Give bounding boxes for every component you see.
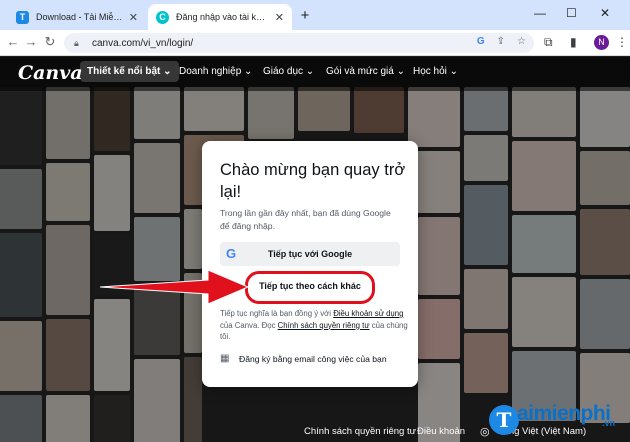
- profile-avatar[interactable]: N: [594, 35, 609, 50]
- address-bar-row: ← → ↻ 🔒︎ canva.com/vi_vn/login/ G ⇪ ☆ ⧉ …: [0, 30, 630, 56]
- extensions-icon[interactable]: ⧉: [544, 35, 553, 50]
- tab-download[interactable]: T Download - Tải Miễn Phí VN - P ✕: [8, 4, 146, 30]
- nav-business[interactable]: Doanh nghiệp ⌄: [179, 66, 252, 77]
- nav-featured-designs[interactable]: Thiết kế nổi bật ⌄: [80, 61, 179, 82]
- work-email-label: Đăng ký bằng email công việc của bạn: [239, 353, 387, 364]
- card-title: Chào mừng bạn quay trở lại!: [220, 161, 406, 201]
- globe-icon: ◎: [480, 426, 490, 438]
- window-close-icon[interactable]: ✕: [600, 6, 610, 20]
- new-tab-icon[interactable]: +: [296, 7, 314, 25]
- terms-prefix: Tiếp tục nghĩa là bạn đồng ý với: [220, 309, 334, 318]
- terms-middle: của Canva. Đọc: [220, 320, 278, 330]
- google-lens-icon[interactable]: G: [477, 36, 485, 47]
- browser-tab-bar: T Download - Tải Miễn Phí VN - P ✕ C Đăn…: [0, 0, 630, 30]
- url-text: canva.com/vi_vn/login/: [92, 37, 194, 49]
- login-card: Chào mừng bạn quay trở lại! Trong lần gầ…: [202, 141, 418, 387]
- url-input[interactable]: 🔒︎ canva.com/vi_vn/login/ G ⇪ ☆: [64, 33, 534, 53]
- work-email-signup-link[interactable]: ▦ Đăng ký bằng email công việc của bạn: [220, 353, 410, 364]
- card-subtitle: Trong lần gần đây nhất, bạn đã dùng Goog…: [220, 208, 391, 231]
- bookmark-star-icon[interactable]: ☆: [517, 36, 526, 47]
- taimienphi-favicon-icon: T: [16, 10, 29, 24]
- minimize-icon[interactable]: —: [534, 6, 546, 20]
- continue-with-google-button[interactable]: G Tiếp tục với Google: [220, 242, 400, 266]
- nav-pricing[interactable]: Gói và mức giá ⌄: [326, 66, 405, 77]
- tab-canva-login[interactable]: C Đăng nhập vào tài khoản Canva ✕: [148, 4, 292, 30]
- terms-text: Tiếp tục nghĩa là bạn đồng ý với Điều kh…: [220, 308, 410, 343]
- maximize-icon[interactable]: ☐: [566, 6, 577, 20]
- building-icon: ▦: [220, 353, 230, 364]
- menu-kebab-icon[interactable]: ⋮: [616, 35, 628, 49]
- terms-of-use-link[interactable]: Điều khoản sử dụng: [333, 309, 403, 318]
- share-icon[interactable]: ⇪: [497, 36, 505, 47]
- canva-logo[interactable]: Canva: [18, 62, 83, 84]
- close-icon[interactable]: ✕: [129, 11, 138, 24]
- back-icon[interactable]: ←: [4, 34, 22, 49]
- highlight-ring: [245, 271, 375, 304]
- canva-favicon-icon: C: [156, 10, 169, 24]
- watermark-tld: .vn: [602, 418, 616, 428]
- google-button-label: Tiếp tục với Google: [267, 249, 353, 259]
- close-icon[interactable]: ✕: [275, 11, 284, 24]
- footer-privacy-link[interactable]: Chính sách quyền riêng tư: [304, 426, 416, 437]
- lock-icon: 🔒︎: [74, 38, 79, 48]
- side-panel-icon[interactable]: ▮: [570, 35, 577, 49]
- watermark-brand: aimienphi: [517, 402, 611, 425]
- tab-title: Đăng nhập vào tài khoản Canva: [176, 12, 269, 22]
- privacy-policy-link[interactable]: Chính sách quyền riêng tư: [278, 321, 370, 330]
- nav-learn[interactable]: Học hỏi ⌄: [413, 66, 458, 77]
- reload-icon[interactable]: ↻: [41, 34, 59, 50]
- tab-title: Download - Tải Miễn Phí VN - P: [36, 12, 123, 22]
- footer-terms-link[interactable]: Điều khoản: [417, 426, 465, 437]
- forward-icon[interactable]: →: [22, 34, 40, 49]
- google-icon: G: [226, 246, 237, 261]
- red-arrow-icon: [100, 270, 250, 304]
- nav-education[interactable]: Giáo dục ⌄: [263, 66, 314, 77]
- taimienphi-logo-icon: T: [489, 405, 519, 435]
